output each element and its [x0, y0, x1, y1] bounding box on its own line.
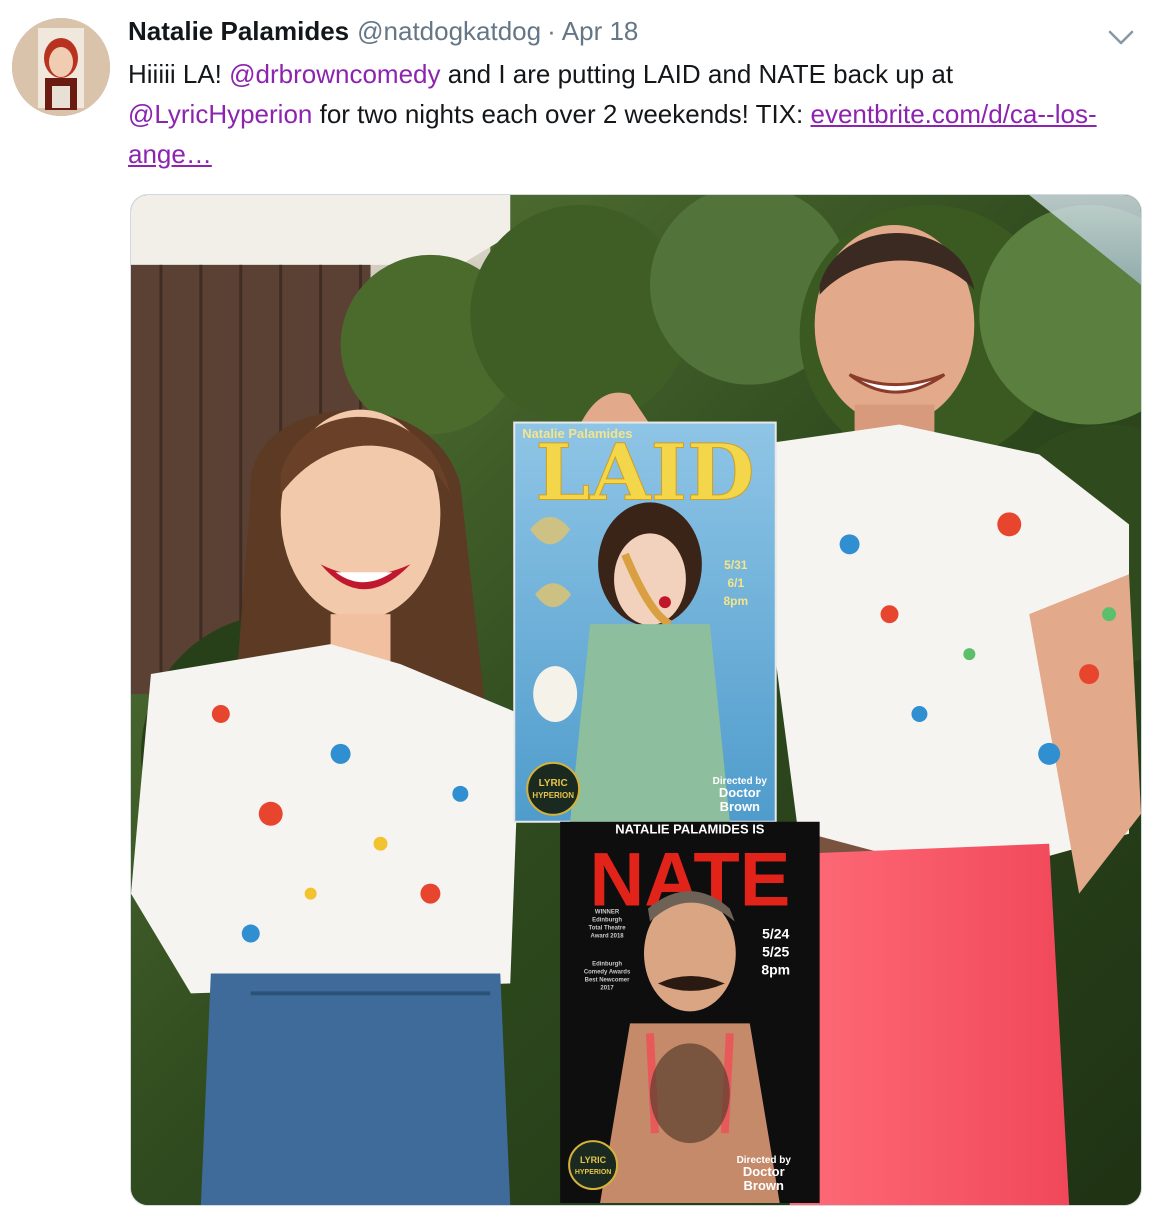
- nate-date-1: 5/24: [762, 926, 789, 942]
- nate-poster: NATALIE PALAMIDES IS NATE WINNER Edinbur…: [560, 822, 820, 1204]
- laid-credit-3: Brown: [720, 799, 760, 814]
- nate-credit-2: Doctor: [743, 1164, 785, 1179]
- nate-laurel1-1: WINNER: [595, 910, 620, 916]
- nate-laurel1-2: Edinburgh: [592, 918, 622, 924]
- tweet: Natalie Palamides @natdogkatdog · Apr 18…: [0, 0, 1156, 1223]
- nate-date-2: 5/25: [762, 943, 789, 959]
- nate-laurel1-4: Award 2018: [591, 934, 625, 940]
- tweet-text-part: for two nights each over 2 weekends! TIX…: [312, 99, 811, 129]
- nate-top-line: NATALIE PALAMIDES IS: [615, 822, 764, 837]
- display-name[interactable]: Natalie Palamides: [128, 16, 349, 47]
- nate-laurel2-2: Comedy Awards: [584, 969, 631, 975]
- tweet-text-part: Hiiiii LA!: [128, 59, 230, 89]
- avatar[interactable]: [12, 18, 110, 116]
- laid-date-2: 6/1: [727, 576, 744, 590]
- nate-time: 8pm: [761, 961, 790, 977]
- user-handle[interactable]: @natdogkatdog: [357, 16, 541, 47]
- nate-laurel2-4: 2017: [600, 985, 614, 991]
- laid-poster: Natalie Palamides LAID 5/31 6/1 8pm LYRI…: [513, 421, 777, 823]
- nate-laurel2-3: Best Newcomer: [585, 977, 630, 983]
- avatar-image: [12, 18, 110, 116]
- laid-venue-1: LYRIC: [539, 778, 568, 789]
- laid-time: 8pm: [723, 594, 748, 608]
- nate-venue-2: HYPERION: [575, 1169, 611, 1176]
- nate-credit-3: Brown: [744, 1178, 784, 1193]
- nate-venue-1: LYRIC: [580, 1155, 607, 1165]
- tweet-text-part: and I are putting LAID and NATE back up …: [440, 59, 954, 89]
- tweet-photo[interactable]: Natalie Palamides LAID 5/31 6/1 8pm LYRI…: [130, 194, 1142, 1206]
- mention-lyrichyperion[interactable]: @LyricHyperion: [128, 99, 312, 129]
- nate-laurel1-3: Total Theatre: [589, 926, 627, 932]
- photo-scene: Natalie Palamides LAID 5/31 6/1 8pm LYRI…: [131, 195, 1141, 1205]
- tweet-text: Hiiiii LA! @drbrowncomedy and I are putt…: [128, 54, 1138, 174]
- laid-venue-2: HYPERION: [532, 791, 574, 800]
- laid-date-1: 5/31: [724, 558, 748, 572]
- laid-credit-2: Doctor: [719, 785, 761, 800]
- tweet-header: Natalie Palamides @natdogkatdog · Apr 18: [128, 16, 1096, 52]
- chevron-down-icon[interactable]: [1106, 24, 1136, 50]
- tweet-date[interactable]: Apr 18: [562, 16, 639, 47]
- separator: ·: [547, 16, 556, 46]
- mention-drbrowncomedy[interactable]: @drbrowncomedy: [229, 59, 440, 89]
- nate-laurel2-1: Edinburgh: [592, 961, 622, 967]
